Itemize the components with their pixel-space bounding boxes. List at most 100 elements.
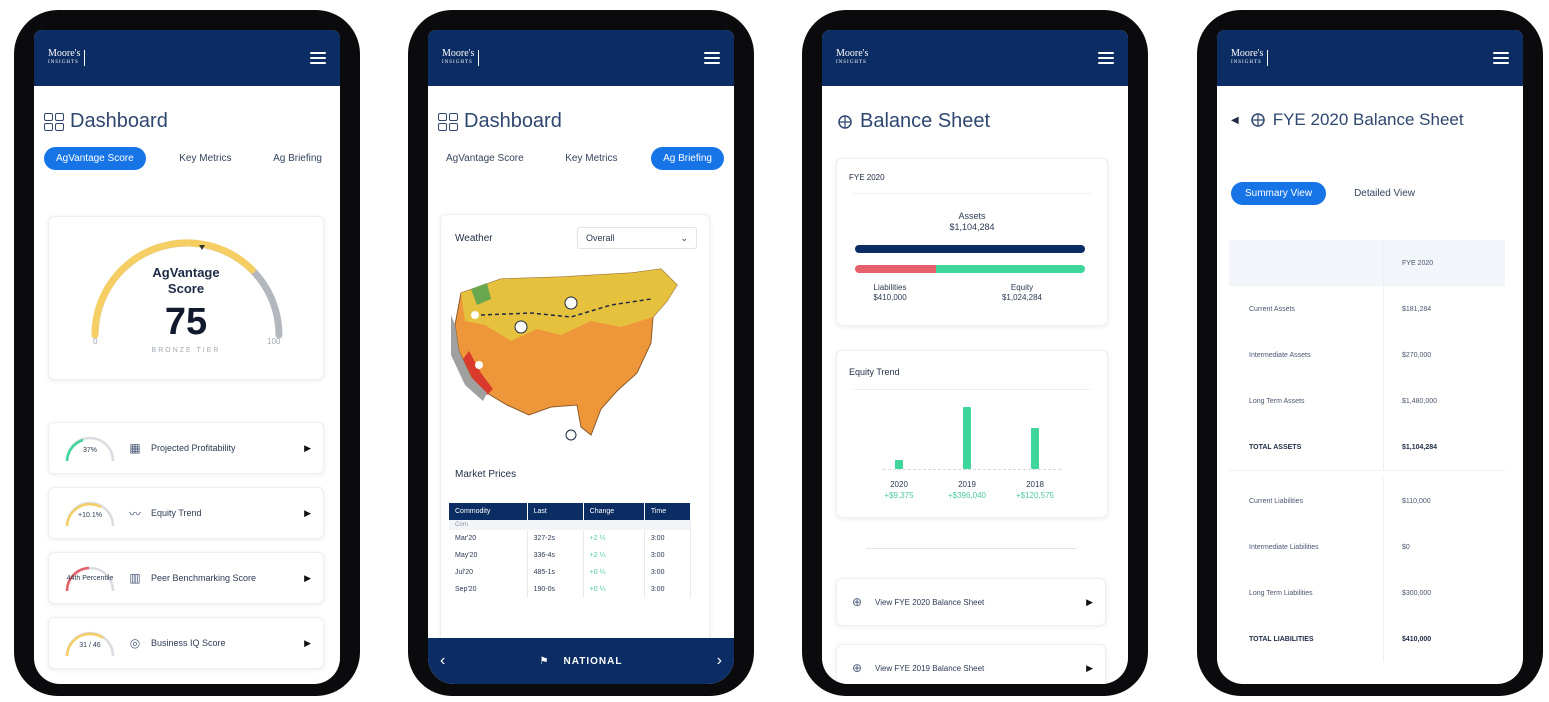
column-header: FYE 2020 xyxy=(1383,240,1505,286)
phone-screen: Moore's INSIGHTS Dashboard AgVantage Scor… xyxy=(34,30,340,684)
table-row[interactable]: Jul'20 485-1s +0 ¼ 3:00 xyxy=(449,564,692,581)
chevron-right-icon[interactable]: ▶ xyxy=(304,508,311,519)
table-row[interactable]: May'20 336-4s +2 ¼ 3:00 xyxy=(449,547,692,564)
brand-logo[interactable]: Moore's INSIGHTS xyxy=(1231,49,1269,67)
brand-logo[interactable]: Moore's INSIGHTS xyxy=(48,49,86,67)
tab-key-metrics[interactable]: Key Metrics xyxy=(171,148,239,169)
trend-label-2018: 2018 +$120,575 xyxy=(1015,480,1055,500)
phone-ag-briefing: Moore's INSIGHTS Dashboard AgVantage Scor… xyxy=(408,10,754,696)
column-header[interactable]: Last xyxy=(527,503,584,520)
tab-agvantage-score[interactable]: AgVantage Score xyxy=(44,147,146,170)
mini-gauge: +10.1% xyxy=(61,498,119,528)
chevron-right-icon[interactable]: ▶ xyxy=(1086,597,1093,608)
trend-label-2020: 2020 +$9,375 xyxy=(884,480,914,500)
table-row[interactable]: Long Term Assets $1,480,000 xyxy=(1229,378,1505,424)
row-label: Peer Benchmarking Score xyxy=(151,573,257,583)
table-row[interactable]: Intermediate Assets $270,000 xyxy=(1229,332,1505,378)
score-gauge xyxy=(91,239,283,339)
balance-summary-card[interactable]: FYE 2020 Assets $1,104,284 Liabilities $41… xyxy=(836,158,1108,326)
table-header-row: FYE 2020 xyxy=(1229,240,1505,286)
table-row-total-liabilities[interactable]: TOTAL LIABILITIES $410,000 xyxy=(1229,616,1505,662)
back-arrow-icon[interactable]: ◀ xyxy=(1231,115,1239,126)
weather-map[interactable] xyxy=(441,255,711,455)
column-header[interactable]: Change xyxy=(583,503,645,520)
liabilities-bar xyxy=(855,265,936,273)
mini-gauge: 37% xyxy=(61,433,119,463)
phone-screen: Moore's INSIGHTS ◀ FYE 2020 Balance Sheet… xyxy=(1217,30,1523,684)
tab-summary-view[interactable]: Summary View xyxy=(1231,182,1327,205)
chevron-right-icon[interactable]: ▶ xyxy=(1086,663,1093,674)
view-tabs: Summary View Detailed View xyxy=(1231,182,1423,205)
phone-agvantage-score: Moore's INSIGHTS Dashboard AgVantage Scor… xyxy=(14,10,360,696)
region-label[interactable]: NATIONAL xyxy=(564,656,623,667)
link-fye-2020-balance-sheet[interactable]: ⊕ View FYE 2020 Balance Sheet ▶ xyxy=(836,578,1106,626)
hamburger-menu-icon[interactable] xyxy=(310,52,326,64)
brand-logo[interactable]: Moore's INSIGHTS xyxy=(836,49,868,67)
app-bar: Moore's INSIGHTS xyxy=(822,30,1128,86)
brand-logo[interactable]: Moore's INSIGHTS xyxy=(442,49,480,67)
hamburger-menu-icon[interactable] xyxy=(1098,52,1114,64)
people-chart-icon: ▥ xyxy=(129,571,141,585)
section-divider xyxy=(1229,470,1505,478)
balance-sheet-table: FYE 2020 Current Assets $181,284 Intermed… xyxy=(1229,240,1505,662)
metric-row-equity-trend[interactable]: +10.1% 〰 Equity Trend ▶ xyxy=(48,487,324,539)
page-title: Dashboard xyxy=(428,86,734,133)
app-bar: Moore's INSIGHTS xyxy=(34,30,340,86)
score-label: AgVantage Score xyxy=(152,265,220,296)
table-row[interactable]: Current Liabilities $110,000 xyxy=(1229,478,1505,524)
assets-label: Assets $1,104,284 xyxy=(949,211,995,232)
chevron-right-icon[interactable]: › xyxy=(717,652,722,670)
phone-balance-sheet: Moore's INSIGHTS Balance Sheet FYE 2020 A… xyxy=(802,10,1148,696)
column-header[interactable]: Commodity xyxy=(449,503,528,520)
chevron-right-icon[interactable]: ▶ xyxy=(304,443,311,454)
metric-row-business-iq[interactable]: 31 / 46 ◎ Business IQ Score ▶ xyxy=(48,617,324,669)
weather-label: Weather xyxy=(455,233,493,244)
tab-ag-briefing[interactable]: Ag Briefing xyxy=(265,148,330,169)
table-row[interactable]: Mar'20 327-2s +2 ¼ 3:00 xyxy=(449,530,692,547)
agvantage-score-card[interactable]: AgVantage Score 75 BRONZE TIER 0 100 xyxy=(48,216,324,380)
table-row[interactable]: Current Assets $181,284 xyxy=(1229,286,1505,332)
dashboard-tabs: AgVantage Score Key Metrics Ag Briefing xyxy=(428,133,734,170)
dashboard-tabs: AgVantage Score Key Metrics Ag Briefing xyxy=(34,133,340,170)
chart-baseline xyxy=(883,469,1061,470)
hamburger-menu-icon[interactable] xyxy=(704,52,720,64)
tab-key-metrics[interactable]: Key Metrics xyxy=(557,148,625,169)
table-row[interactable]: Sep'20 190-0s +0 ¼ 3:00 xyxy=(449,581,692,598)
row-label: Equity Trend xyxy=(151,508,202,518)
tab-ag-briefing[interactable]: Ag Briefing xyxy=(651,147,724,170)
trend-label-2019: 2019 +$396,040 xyxy=(947,480,987,500)
equity-trend-card[interactable]: Equity Trend 2020 +$9,375 2019 +$396,040 201… xyxy=(836,350,1108,518)
balance-sheet-icon: ⊕ xyxy=(851,661,863,675)
app-bar: Moore's INSIGHTS xyxy=(428,30,734,86)
table-row[interactable]: Intermediate Liabilities $0 xyxy=(1229,524,1505,570)
flag-icon: ⚑ xyxy=(539,655,550,667)
chevron-right-icon[interactable]: ▶ xyxy=(304,573,311,584)
table-row-total-assets[interactable]: TOTAL ASSETS $1,104,284 xyxy=(1229,424,1505,470)
metric-row-peer-benchmarking[interactable]: 44th Percentile ▥ Peer Benchmarking Scor… xyxy=(48,552,324,604)
weather-select[interactable]: Overall ⌄ xyxy=(577,227,697,249)
row-label: Projected Profitability xyxy=(151,443,236,453)
divider xyxy=(866,548,1076,549)
column-header[interactable]: Time xyxy=(644,503,692,520)
chevron-right-icon[interactable]: ▶ xyxy=(304,638,311,649)
trend-bar-2018 xyxy=(1031,428,1039,469)
trend-icon: 〰 xyxy=(128,506,141,521)
chevron-left-icon[interactable]: ‹ xyxy=(440,652,445,670)
equity-trend-label: Equity Trend xyxy=(849,367,900,377)
tab-detailed-view[interactable]: Detailed View xyxy=(1346,183,1423,204)
metric-row-projected-profitability[interactable]: 37% ▦ Projected Profitability ▶ xyxy=(48,422,324,474)
trend-bar-2019 xyxy=(963,407,971,469)
gauge-min-label: 0 xyxy=(93,337,98,346)
hamburger-menu-icon[interactable] xyxy=(1493,52,1509,64)
period-label: FYE 2020 xyxy=(849,173,885,182)
tab-agvantage-score[interactable]: AgVantage Score xyxy=(438,148,532,169)
mini-gauge: 44th Percentile xyxy=(61,563,119,593)
table-row[interactable]: Long Term Liabilities $300,000 xyxy=(1229,570,1505,616)
link-fye-2019-balance-sheet[interactable]: ⊕ View FYE 2019 Balance Sheet ▶ xyxy=(836,644,1106,684)
market-prices-table: Commodity Last Change Time Corn Mar'20 32… xyxy=(449,503,692,598)
chevron-down-icon: ⌄ xyxy=(680,232,688,243)
chat-icon: ◎ xyxy=(129,636,141,650)
phone-screen: Moore's INSIGHTS Balance Sheet FYE 2020 A… xyxy=(822,30,1128,684)
dashboard-grid-icon xyxy=(44,112,64,131)
equity-bar xyxy=(936,265,1085,273)
